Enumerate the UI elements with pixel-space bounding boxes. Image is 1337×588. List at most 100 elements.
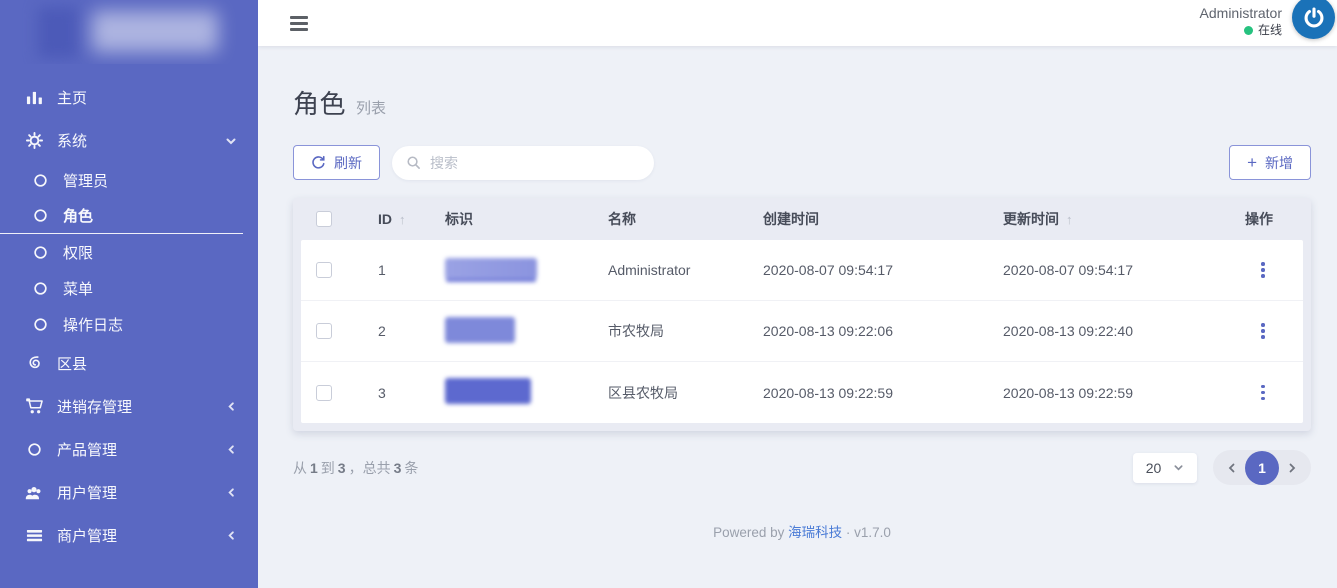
online-status-label: 在线 xyxy=(1258,22,1282,38)
column-header[interactable]: 更新时间↑ xyxy=(1003,209,1245,229)
pagination-summary: 从1到3，总共3条 xyxy=(293,458,418,478)
page-subtitle: 列表 xyxy=(356,97,386,118)
add-button[interactable]: + 新增 xyxy=(1229,145,1311,180)
cell-name: Administrator xyxy=(608,262,763,278)
logout-power-button[interactable] xyxy=(1292,0,1335,39)
sidebar-item-label: 系统 xyxy=(57,130,87,151)
sidebar-item-operation-logs[interactable]: 操作日志 xyxy=(0,306,243,342)
page-1-button[interactable]: 1 xyxy=(1245,451,1279,485)
sidebar-item-menus[interactable]: 菜单 xyxy=(0,270,243,306)
cell-created-at: 2020-08-13 09:22:06 xyxy=(763,323,1003,339)
table-row: 2市农牧局2020-08-13 09:22:062020-08-13 09:22… xyxy=(301,301,1303,362)
sidebar-item-permissions[interactable]: 权限 xyxy=(0,234,243,270)
ring-icon xyxy=(24,442,44,457)
prev-page-button[interactable] xyxy=(1219,453,1245,483)
sidebar-item-label: 主页 xyxy=(57,87,87,108)
chevron-left-icon xyxy=(226,444,237,455)
roles-table: ID↑标识名称创建时间更新时间↑操作 1 Administrator 2020-08… xyxy=(293,198,1311,431)
ring-icon xyxy=(30,281,50,296)
app-logo[interactable] xyxy=(0,0,258,64)
row-checkbox[interactable] xyxy=(316,385,332,401)
page-head: 角色 列表 xyxy=(293,84,1311,121)
pager-zone: 20 1 xyxy=(1133,450,1311,485)
row-checkbox[interactable] xyxy=(316,323,332,339)
column-header: 操作 xyxy=(1245,209,1311,229)
ring-icon xyxy=(30,173,50,188)
chevron-left-icon xyxy=(226,401,237,412)
add-button-label: 新增 xyxy=(1265,153,1293,173)
chevron-left-icon xyxy=(226,487,237,498)
logo-text-redacted xyxy=(92,11,218,52)
sidebar-item-label: 角色 xyxy=(63,205,93,226)
sidebar-item-roles[interactable]: 角色 xyxy=(0,198,243,234)
toolbar: 刷新 + 新增 xyxy=(293,145,1311,180)
page-size-select[interactable]: 20 xyxy=(1133,453,1197,483)
spiral-icon xyxy=(24,355,44,372)
sidebar-item-admins[interactable]: 管理员 xyxy=(0,162,243,198)
cell-identifier-redacted xyxy=(445,378,608,407)
sidebar-item-label: 进销存管理 xyxy=(57,396,132,417)
select-all-checkbox[interactable] xyxy=(316,211,332,227)
cell-updated-at: 2020-08-13 09:22:40 xyxy=(1003,323,1245,339)
footer-divider: · xyxy=(846,525,851,540)
row-actions-dots-icon[interactable] xyxy=(1252,318,1274,344)
sidebar-item-system[interactable]: 系统 xyxy=(0,119,243,162)
sidebar-item-label: 用户管理 xyxy=(57,482,117,503)
power-icon xyxy=(1302,6,1326,30)
sidebar-item-home[interactable]: 主页 xyxy=(0,76,243,119)
search-box[interactable] xyxy=(392,146,654,180)
page-title: 角色 xyxy=(293,84,346,121)
refresh-button[interactable]: 刷新 xyxy=(293,145,380,180)
powered-by-label: Powered by xyxy=(713,525,784,540)
sidebar-item-label: 产品管理 xyxy=(57,439,117,460)
user-meta: Administrator 在线 xyxy=(1200,0,1282,38)
table-body: 1Administrator2020-08-07 09:54:172020-08… xyxy=(301,240,1303,423)
chevron-right-icon xyxy=(1286,462,1298,474)
sort-asc-icon: ↑ xyxy=(399,212,406,227)
chevron-left-icon xyxy=(226,530,237,541)
sidebar-item-inventory[interactable]: 进销存管理 xyxy=(0,385,243,428)
plus-icon: + xyxy=(1247,154,1257,171)
row-actions-dots-icon[interactable] xyxy=(1252,380,1274,406)
page-size-value: 20 xyxy=(1146,460,1162,476)
username[interactable]: Administrator xyxy=(1200,4,1282,22)
search-input[interactable] xyxy=(430,155,640,171)
sidebar-item-label: 操作日志 xyxy=(63,314,123,335)
next-page-button[interactable] xyxy=(1279,453,1305,483)
cell-identifier-redacted xyxy=(445,317,608,346)
chevron-left-icon xyxy=(1226,462,1238,474)
column-header: 名称 xyxy=(608,209,763,229)
sidebar-item-users[interactable]: 用户管理 xyxy=(0,471,243,514)
column-header: 创建时间 xyxy=(763,209,1003,229)
hamburger-menu-icon[interactable] xyxy=(286,12,312,35)
brand-link[interactable]: 海瑞科技 xyxy=(788,525,842,540)
bar-chart-icon xyxy=(24,89,44,106)
main-area: Administrator 在线 角色 列表 xyxy=(258,0,1337,588)
sidebar-item-label: 商户管理 xyxy=(57,525,117,546)
row-checkbox[interactable] xyxy=(316,262,332,278)
logo-mark-redacted xyxy=(38,7,78,58)
summary-total: 3 xyxy=(394,460,402,476)
topbar: Administrator 在线 xyxy=(258,0,1337,46)
table-row: 3区县农牧局2020-08-13 09:22:592020-08-13 09:2… xyxy=(301,362,1303,423)
sidebar-item-districts[interactable]: 区县 xyxy=(0,342,243,385)
cell-id: 1 xyxy=(378,262,445,278)
column-header[interactable]: ID↑ xyxy=(378,211,445,227)
table-header: ID↑标识名称创建时间更新时间↑操作 xyxy=(293,198,1311,240)
sidebar-item-merchants[interactable]: 商户管理 xyxy=(0,514,243,557)
sidebar-item-products[interactable]: 产品管理 xyxy=(0,428,243,471)
gear-icon xyxy=(24,132,44,149)
cell-name: 区县农牧局 xyxy=(608,383,763,403)
sort-asc-icon: ↑ xyxy=(1066,212,1073,227)
row-actions-dots-icon[interactable] xyxy=(1252,257,1274,283)
refresh-icon xyxy=(311,155,326,170)
cell-updated-at: 2020-08-13 09:22:59 xyxy=(1003,385,1245,401)
cell-created-at: 2020-08-13 09:22:59 xyxy=(763,385,1003,401)
column-header: 标识 xyxy=(445,209,608,229)
cell-name: 市农牧局 xyxy=(608,321,763,341)
users-icon xyxy=(24,484,44,502)
table-footer: 从1到3，总共3条 20 xyxy=(293,450,1311,485)
pagination: 1 xyxy=(1213,450,1311,485)
footer: Powered by 海瑞科技 · v1.7.0 xyxy=(293,521,1311,541)
cell-identifier-redacted xyxy=(445,258,608,282)
